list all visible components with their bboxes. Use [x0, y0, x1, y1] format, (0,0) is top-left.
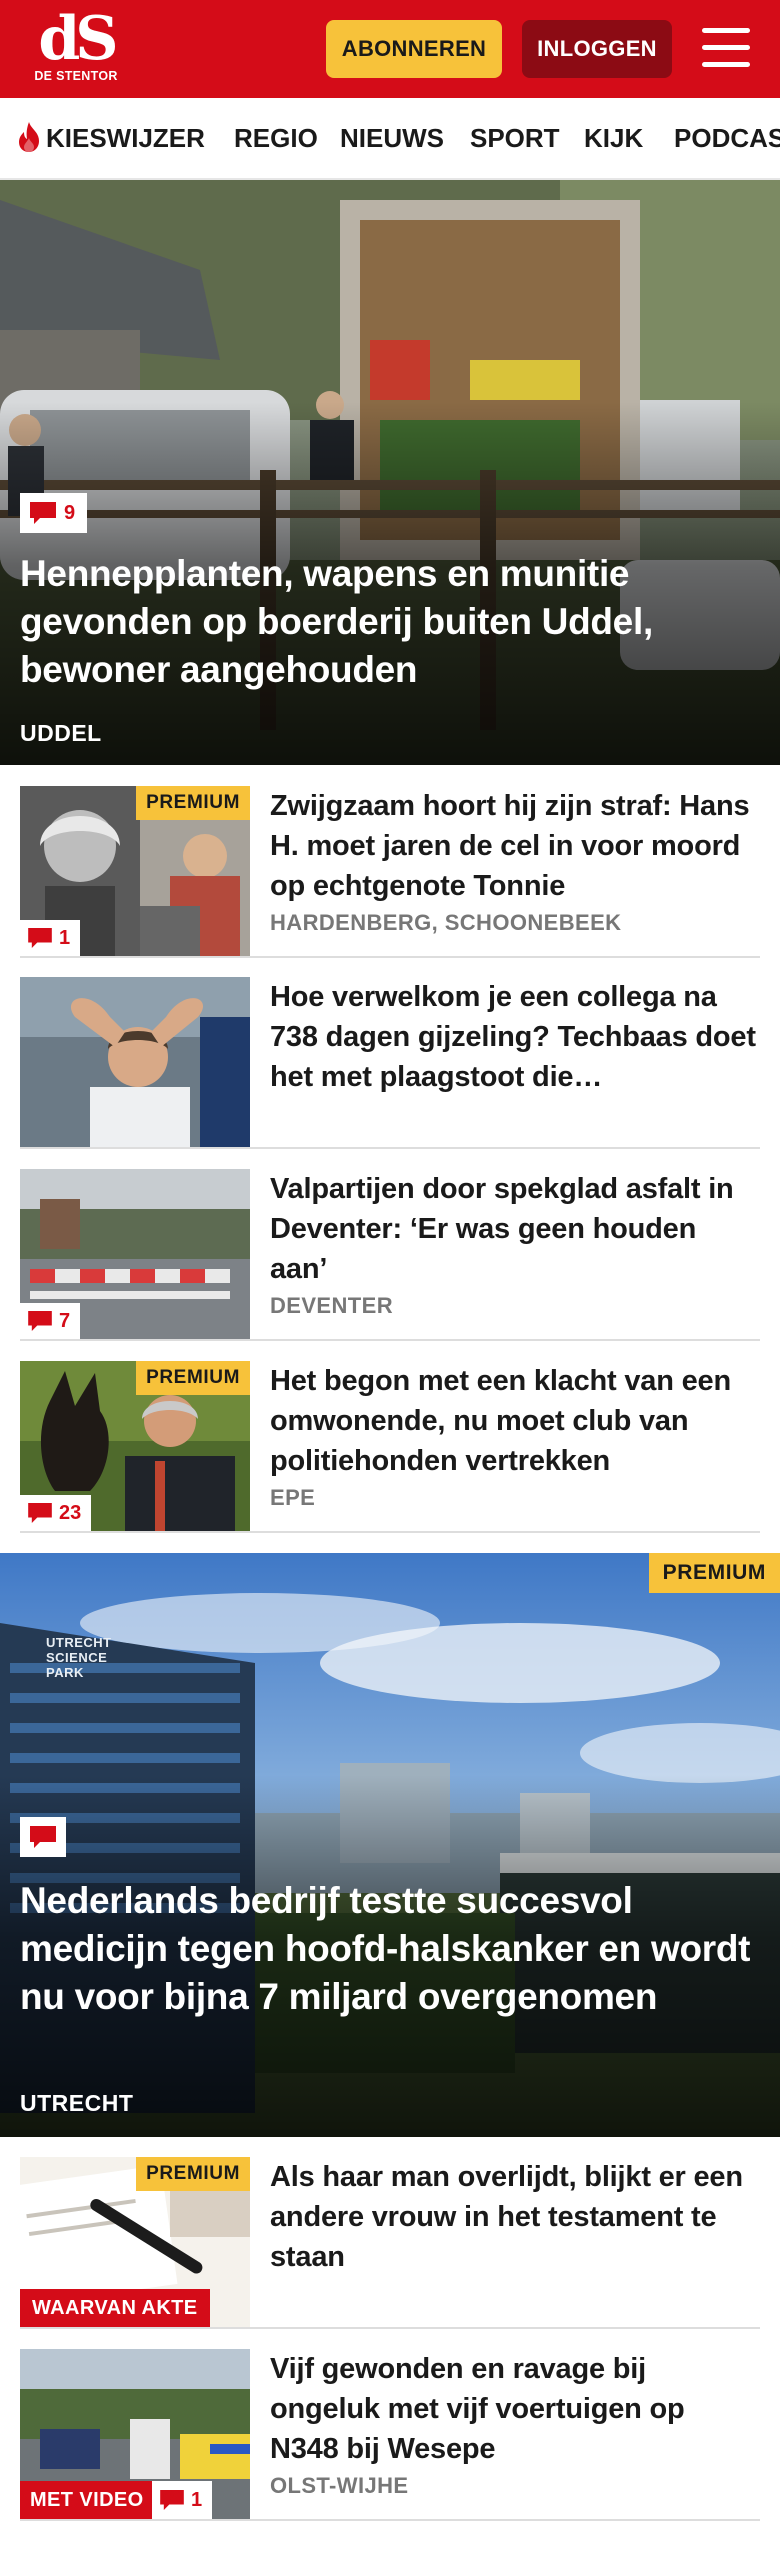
- series-label: WAARVAN AKTE: [20, 2289, 210, 2327]
- login-button[interactable]: INLOGGEN: [522, 20, 672, 78]
- hero-article[interactable]: 9 Hennepplanten, wapens en munitie gevon…: [0, 180, 780, 765]
- comment-count-badge[interactable]: 7: [20, 1303, 81, 1339]
- logo-mark: dS: [38, 4, 118, 74]
- article-headline[interactable]: Valpartijen door spekglad asfalt in Deve…: [270, 1169, 760, 1289]
- comment-count: 1: [191, 2488, 203, 2511]
- article-list-item[interactable]: Hoe verwelkom je een collega na 738 dage…: [20, 977, 760, 1149]
- article-thumbnail: [20, 977, 250, 1147]
- hero-headline[interactable]: Nederlands bedrijf testte succesvol medi…: [20, 1877, 760, 2021]
- comment-icon: [28, 1503, 52, 1523]
- building-sign: UTRECHT SCIENCE PARK: [46, 1635, 112, 1680]
- hero-article[interactable]: UTRECHT SCIENCE PARK PREMIUM Nederlands …: [0, 1553, 780, 2137]
- article-thumbnail: PREMIUM 23: [20, 1361, 250, 1531]
- site-header: dS DE STENTOR ABONNEREN INLOGGEN: [0, 0, 780, 98]
- article-thumbnail: MET VIDEO 1: [20, 2349, 250, 2519]
- article-location: DEVENTER: [270, 1293, 393, 1318]
- comment-count-badge[interactable]: [20, 1817, 66, 1857]
- article-location: HARDENBERG, SCHOONEBEEK: [270, 910, 622, 935]
- article-list-item[interactable]: PREMIUM 23 Het begon met een klacht van …: [20, 1361, 760, 1533]
- nav-item-kijk[interactable]: KIJK: [584, 98, 643, 178]
- article-headline[interactable]: Vijf gewonden en ravage bij ongeluk met …: [270, 2349, 760, 2469]
- comment-count-badge[interactable]: 1: [20, 920, 81, 956]
- menu-icon[interactable]: [700, 26, 752, 70]
- comment-count: 7: [59, 1309, 71, 1332]
- comment-icon: [160, 2490, 184, 2510]
- article-list-item[interactable]: PREMIUM WAARVAN AKTE Als haar man overli…: [20, 2157, 760, 2329]
- comment-icon: [28, 928, 52, 948]
- thumbnail-photo-man-heart-gesture: [20, 977, 250, 1147]
- comment-icon: [28, 1311, 52, 1331]
- menu-icon-bar: [702, 28, 750, 33]
- comment-count-badge[interactable]: 1: [152, 2481, 213, 2519]
- comment-icon: [30, 502, 56, 524]
- comment-icon: [30, 1826, 56, 1848]
- article-list-item[interactable]: 7 Valpartijen door spekglad asfalt in De…: [20, 1169, 760, 1341]
- comment-count: 23: [59, 1501, 82, 1524]
- main-nav: KIESWIJZER REGIO NIEUWS SPORT KIJK PODCA…: [0, 98, 780, 180]
- menu-icon-bar: [702, 45, 750, 50]
- comment-count-badge[interactable]: 9: [20, 493, 88, 533]
- premium-badge: PREMIUM: [136, 1361, 250, 1395]
- article-list-item[interactable]: MET VIDEO 1 Vijf gewonden en ravage bij …: [20, 2349, 760, 2521]
- hero-headline[interactable]: Hennepplanten, wapens en munitie gevonde…: [20, 550, 760, 694]
- nav-item-nieuws[interactable]: NIEUWS: [340, 98, 444, 178]
- site-logo[interactable]: dS DE STENTOR: [28, 4, 124, 90]
- subscribe-button[interactable]: ABONNEREN: [326, 20, 502, 78]
- logo-wordmark: DE STENTOR: [34, 69, 118, 83]
- premium-badge: PREMIUM: [648, 1553, 780, 1593]
- article-thumbnail: 7: [20, 1169, 250, 1339]
- article-headline[interactable]: Het begon met een klacht van een omwonen…: [270, 1361, 760, 1481]
- article-thumbnail: PREMIUM 1: [20, 786, 250, 956]
- nav-label: KIESWIJZER: [46, 123, 205, 153]
- article-headline[interactable]: Zwijgzaam hoort hij zijn straf: Hans H. …: [270, 786, 760, 906]
- hero-location: UTRECHT: [20, 2090, 134, 2116]
- comment-count-badge[interactable]: 23: [20, 1495, 92, 1531]
- premium-badge: PREMIUM: [136, 786, 250, 820]
- article-thumbnail: PREMIUM WAARVAN AKTE: [20, 2157, 250, 2327]
- comment-count: 9: [64, 501, 76, 524]
- menu-icon-bar: [702, 62, 750, 67]
- hero-location: UDDEL: [20, 720, 102, 746]
- article-headline[interactable]: Als haar man overlijdt, blijkt er een an…: [270, 2157, 760, 2277]
- article-headline[interactable]: Hoe verwelkom je een collega na 738 dage…: [270, 977, 760, 1097]
- nav-item-kieswijzer[interactable]: KIESWIJZER: [16, 98, 205, 178]
- article-location: EPE: [270, 1485, 316, 1510]
- article-location: OLST-WIJHE: [270, 2473, 409, 2498]
- article-list-item[interactable]: PREMIUM 1 Zwijgzaam hoort hij zijn straf…: [20, 786, 760, 958]
- premium-badge: PREMIUM: [136, 2157, 250, 2191]
- video-label: MET VIDEO: [20, 2481, 154, 2519]
- nav-item-podcasts[interactable]: PODCASTS: [674, 98, 780, 178]
- flame-icon: [19, 122, 39, 153]
- comment-count: 1: [59, 926, 71, 949]
- nav-item-sport[interactable]: SPORT: [470, 98, 560, 178]
- nav-item-regio[interactable]: REGIO: [234, 98, 318, 178]
